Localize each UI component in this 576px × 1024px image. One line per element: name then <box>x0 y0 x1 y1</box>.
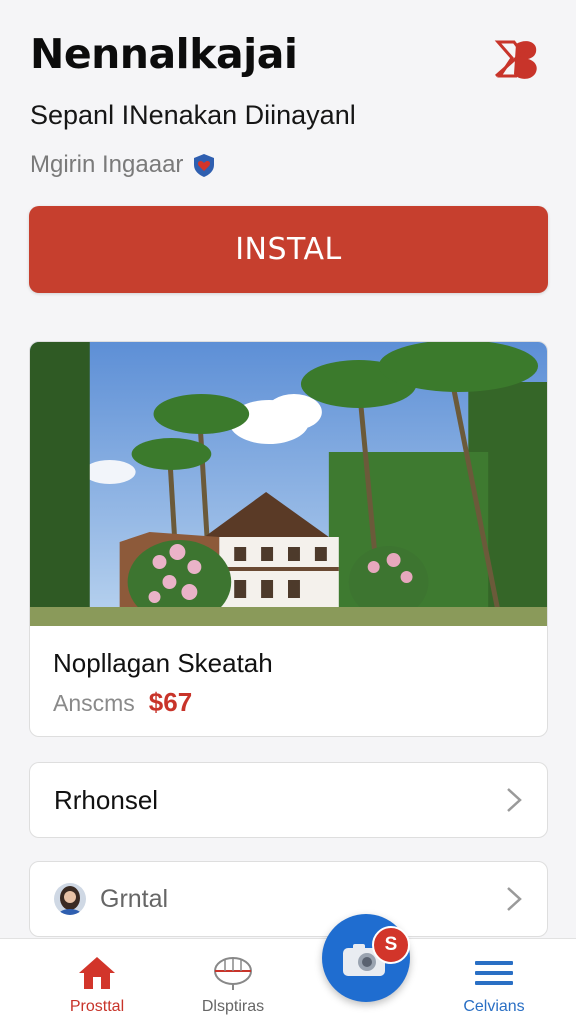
card-title: Nopllagan Skeatah <box>53 648 273 678</box>
subtitle: Sepanl INenakan Diinayanl <box>30 100 356 130</box>
list-item-rrhonsel[interactable]: Rrhonsel <box>29 762 548 838</box>
heart-shield-icon <box>194 154 215 177</box>
tab-home[interactable]: Prosttal <box>27 939 167 1024</box>
chevron-right-icon <box>507 887 522 911</box>
list-item-grntal[interactable]: Grntal <box>29 861 548 937</box>
tab-label: Celvians <box>463 998 525 1015</box>
list-item-label: Rrhonsel <box>54 784 159 815</box>
tab-dlsptiras[interactable]: Dlsptiras <box>163 939 303 1024</box>
globe-icon <box>214 957 252 990</box>
listing-card[interactable]: Nopllagan Skeatah Anscms $67 <box>29 341 548 737</box>
header: Nennalkajai Sepanl INenakan Diinayanl Mg… <box>30 30 546 179</box>
tab-label: Dlsptiras <box>201 998 265 1015</box>
tab-label: Prosttal <box>69 998 125 1015</box>
tropical-palm-house-photo <box>30 342 547 626</box>
app-title: Nennalkajai <box>30 30 298 78</box>
bottom-tab-bar: Prosttal Dlsptiras Celvians <box>0 938 576 1024</box>
list-item-label: Grntal <box>100 884 169 913</box>
menu-icon <box>475 961 513 985</box>
tagline-text: Mgirin Ingaaar <box>30 151 184 178</box>
install-button[interactable]: INSTAL <box>29 206 548 293</box>
tab-celvians[interactable]: Celvians <box>424 939 564 1024</box>
chevron-right-icon <box>507 788 522 812</box>
card-meta: Anscms $67 <box>53 687 192 718</box>
notification-badge: S <box>372 926 410 964</box>
brand-logo-icon[interactable] <box>492 36 542 82</box>
avatar <box>54 883 86 915</box>
card-meta-label: Anscms <box>53 690 135 716</box>
tagline: Mgirin Ingaaar <box>30 151 546 179</box>
home-icon <box>79 957 115 989</box>
price-label: $67 <box>148 687 193 717</box>
